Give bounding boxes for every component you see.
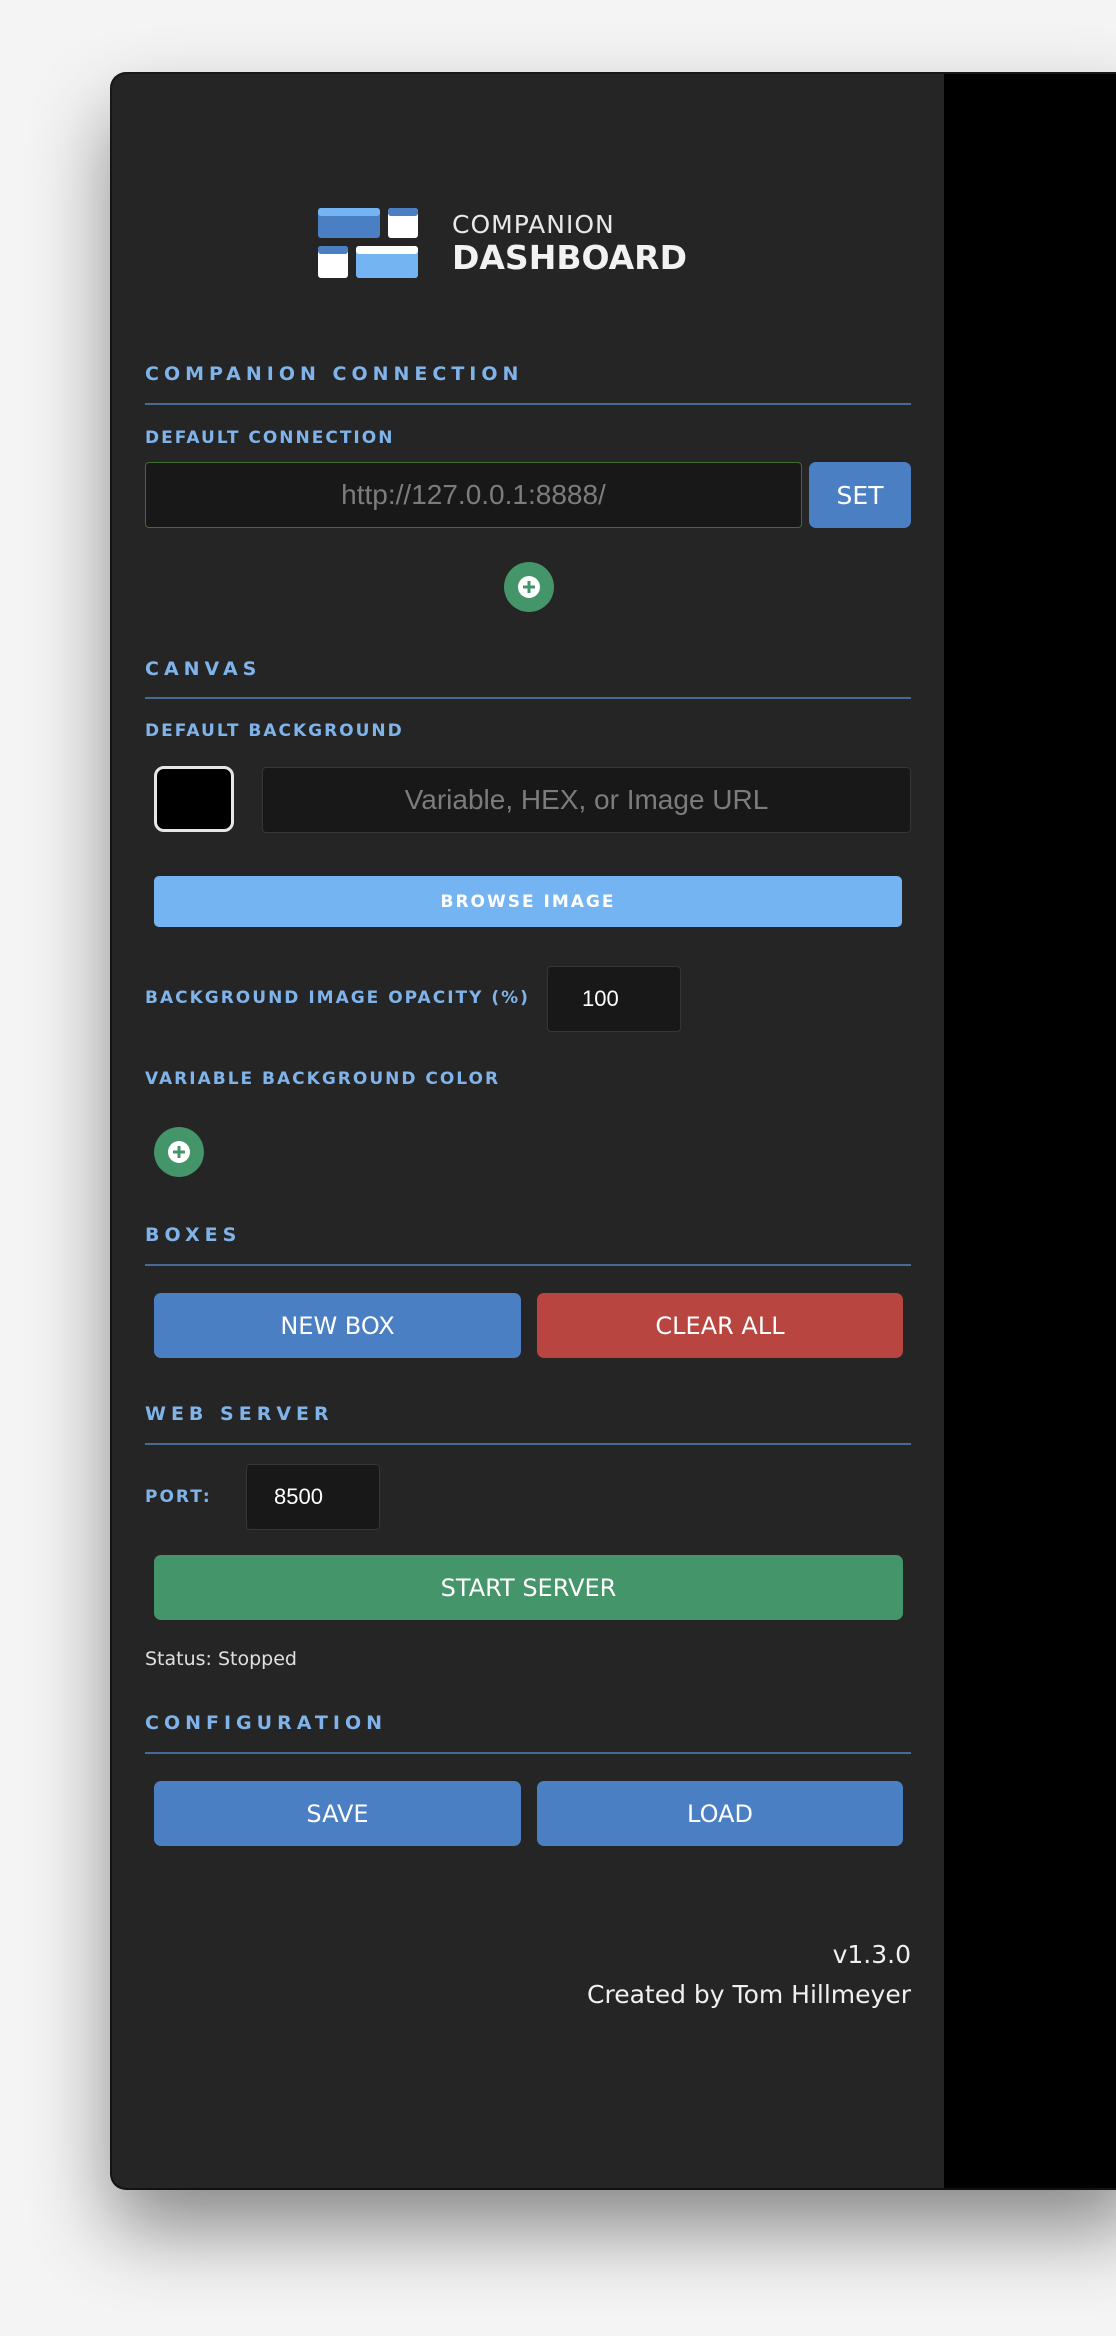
server-status-text: Status: Stopped [145,1648,297,1670]
background-color-swatch[interactable] [154,766,234,832]
dashboard-canvas[interactable] [944,74,1116,2188]
dashboard-logo-icon [318,208,418,278]
section-divider [145,1443,911,1445]
section-divider [145,403,911,405]
section-divider [145,1752,911,1754]
background-opacity-label: BACKGROUND IMAGE OPACITY (%) [145,988,530,1008]
section-title-web-server: WEB SERVER [145,1403,334,1425]
logo-line-2: DASHBOARD [452,238,687,277]
section-divider [145,1264,911,1266]
section-divider [145,697,911,699]
background-opacity-input[interactable] [547,966,681,1032]
set-connection-button[interactable]: SET [809,462,911,528]
save-config-button[interactable]: SAVE [154,1781,521,1846]
credit-text: Created by Tom Hillmeyer [587,1980,911,2009]
start-server-button[interactable]: START SERVER [154,1555,903,1620]
version-text: v1.3.0 [832,1940,911,1969]
app-window: COMPANION DASHBOARD COMPANION CONNECTION… [112,74,1116,2188]
section-title-companion-connection: COMPANION CONNECTION [145,363,524,385]
port-label: PORT: [145,1487,212,1507]
browse-image-button[interactable]: BROWSE IMAGE [154,876,902,927]
section-title-boxes: BOXES [145,1224,242,1246]
load-config-button[interactable]: LOAD [537,1781,903,1846]
variable-background-label: VARIABLE BACKGROUND COLOR [145,1069,501,1089]
add-variable-background-button[interactable] [154,1127,204,1177]
port-input[interactable] [246,1464,380,1530]
app-logo-text: COMPANION DASHBOARD [452,210,687,276]
section-title-configuration: CONFIGURATION [145,1712,388,1734]
settings-sidebar: COMPANION DASHBOARD COMPANION CONNECTION… [112,74,944,2188]
connection-url-input[interactable] [145,462,802,528]
plus-circle-icon [168,1141,190,1163]
add-connection-button[interactable] [504,562,554,612]
logo-line-1: COMPANION [452,210,615,239]
default-background-label: DEFAULT BACKGROUND [145,721,404,741]
default-connection-label: DEFAULT CONNECTION [145,428,395,448]
section-title-canvas: CANVAS [145,658,262,680]
clear-all-button[interactable]: CLEAR ALL [537,1293,903,1358]
new-box-button[interactable]: NEW BOX [154,1293,521,1358]
background-input[interactable] [262,767,911,833]
plus-circle-icon [518,576,540,598]
